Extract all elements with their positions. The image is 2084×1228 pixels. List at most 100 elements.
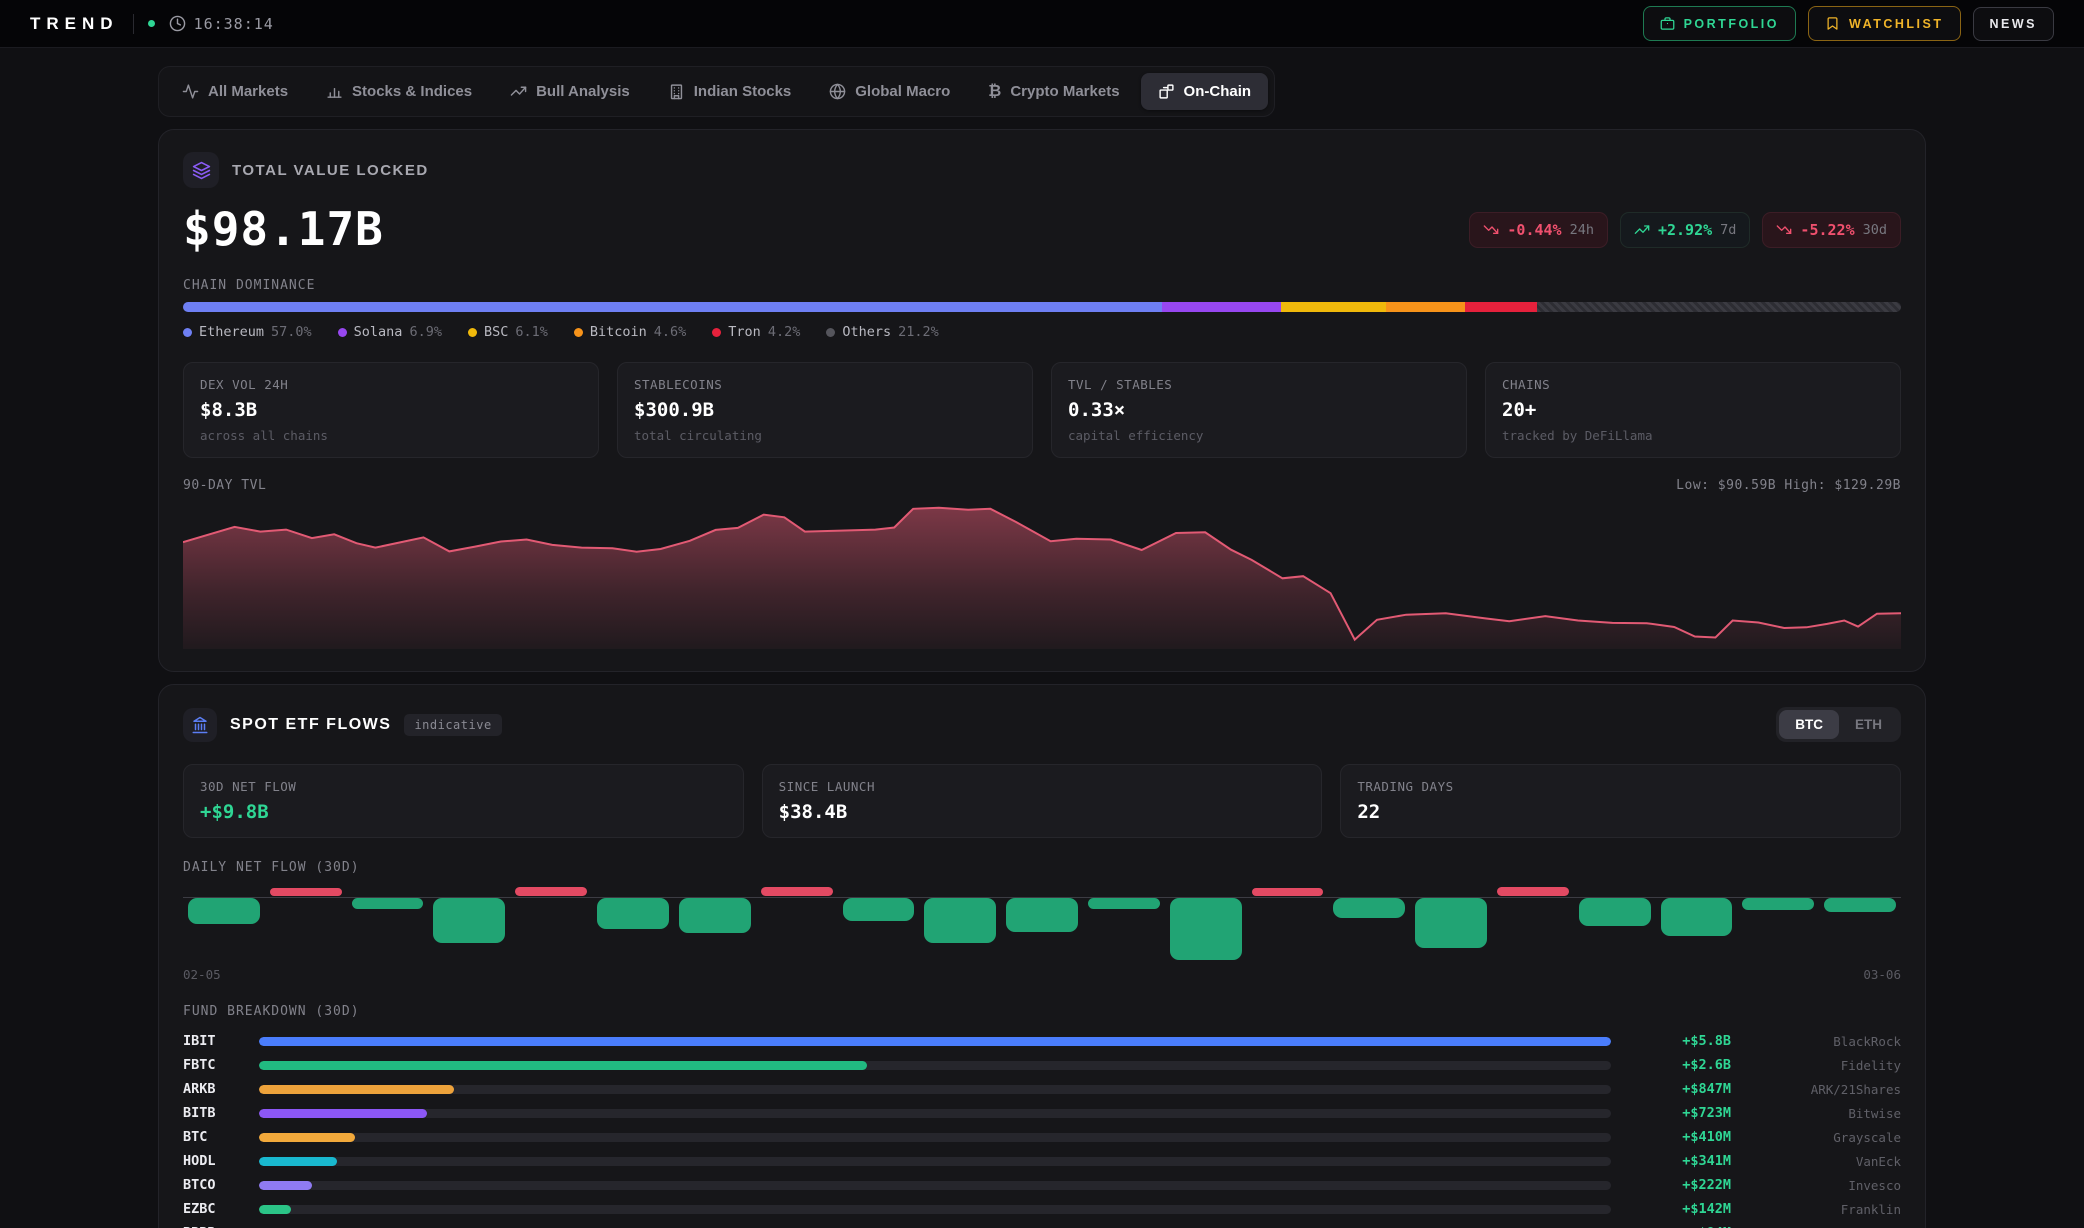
tab-on-chain[interactable]: On-Chain [1141,73,1269,110]
dominance-legend-others: Others21.2% [826,324,938,340]
flow-bar-slot [515,885,587,965]
stat-card-since-launch: SINCE LAUNCH$38.4B [762,764,1323,838]
fund-flow-value: +$723M [1631,1105,1731,1121]
flow-bar-slot [679,885,751,965]
flow-date-range: 02-05 03-06 [183,967,1901,982]
fund-issuer: Franklin [1751,1202,1901,1217]
etf-header-left: SPOT ETF FLOWS indicative [183,708,502,742]
fund-issuer: Bitwise [1751,1106,1901,1121]
stat-sub: total circulating [634,428,1016,443]
watchlist-button[interactable]: WATCHLIST [1808,6,1960,41]
fund-issuer: Invesco [1751,1178,1901,1193]
fund-row-btc: BTC+$410MGrayscale [183,1127,1901,1147]
tvl-chart-header: 90-DAY TVL Low: $90.59B High: $129.29B [183,478,1901,493]
chain-dominance-label: CHAIN DOMINANCE [183,278,1901,293]
outflow-bar [515,887,587,896]
inflow-bar [1415,898,1487,948]
live-indicator-dot [148,20,155,27]
fund-flow-value: +$847M [1631,1081,1731,1097]
fund-bar-track [259,1181,1611,1190]
chain-pct: 6.1% [515,324,548,340]
clock-time: 16:38:14 [194,15,274,33]
fund-ticker: ARKB [183,1081,239,1097]
page: TREND 16:38:14 PORTFOLIO WATCHLIST NEWS [0,0,2084,1228]
fund-bar-fill [259,1037,1611,1046]
stat-card-chains: CHAINS20+tracked by DeFiLlama [1485,362,1901,458]
stat-label: STABLECOINS [634,377,1016,392]
fund-row-hodl: HODL+$341MVanEck [183,1151,1901,1171]
news-button[interactable]: NEWS [1973,7,2055,41]
stat-value: 0.33× [1068,399,1450,421]
legend-dot [338,328,347,337]
stat-sub: across all chains [200,428,582,443]
stat-card-stablecoins: STABLECOINS $300.9B total circulating [617,362,1033,458]
inflow-bar [1088,898,1160,909]
legend-dot [183,328,192,337]
stat-label: TVL / STABLES [1068,377,1450,392]
stat-value: +$9.8B [200,801,727,823]
dominance-segment-tron [1465,302,1537,312]
change-badge-24h: -0.44%24h [1469,212,1608,248]
asset-toggle: BTCETH [1776,707,1901,742]
fund-bar-fill [259,1181,312,1190]
outflow-bar [1497,887,1569,896]
tab-all-markets[interactable]: All Markets [165,73,305,110]
landmark-icon [183,708,217,742]
toggle-btc[interactable]: BTC [1779,710,1839,739]
inflow-bar [924,898,996,943]
topbar-actions: PORTFOLIO WATCHLIST NEWS [1643,6,2054,41]
flow-bar-slot [1088,885,1160,965]
portfolio-button[interactable]: PORTFOLIO [1643,6,1796,41]
tab-crypto-markets[interactable]: ₿ Crypto Markets [971,73,1136,110]
fund-issuer: Grayscale [1751,1130,1901,1145]
brand-logo: TREND [30,14,119,34]
fund-row-bitb: BITB+$723MBitwise [183,1103,1901,1123]
fund-flow-value: +$410M [1631,1129,1731,1145]
tab-label: Global Macro [855,83,950,100]
etf-card: SPOT ETF FLOWS indicative BTCETH 30D NET… [158,684,1926,1228]
tab-stocks-indices[interactable]: Stocks & Indices [309,73,489,110]
toggle-eth[interactable]: ETH [1839,710,1898,739]
flow-bar-slot [270,885,342,965]
flow-end-date: 03-06 [1863,967,1901,982]
flow-bar-slot [1579,885,1651,965]
flow-bar-slot [761,885,833,965]
tab-label: All Markets [208,83,288,100]
fund-breakdown-list: IBIT+$5.8BBlackRock FBTC+$2.6BFidelity ARK… [183,1031,1901,1228]
fund-row-fbtc: FBTC+$2.6BFidelity [183,1055,1901,1075]
stat-label: SINCE LAUNCH [779,779,1306,794]
flow-bar-slot [843,885,915,965]
portfolio-label: PORTFOLIO [1684,17,1779,31]
change-value: -0.44% [1507,221,1561,239]
flow-bar-slot [597,885,669,965]
change-value: -5.22% [1800,221,1854,239]
fund-ticker: FBTC [183,1057,239,1073]
tvl-change-badges: -0.44%24h+2.92%7d-5.22%30d [1469,212,1901,248]
inflow-bar [843,898,915,921]
stat-value: $300.9B [634,399,1016,421]
inflow-bar [679,898,751,933]
stat-card-dex-vol-24h: DEX VOL 24H$8.3Bacross all chains [183,362,599,458]
change-period: 7d [1720,222,1736,238]
activity-icon [182,83,199,100]
tab-bull-analysis[interactable]: Bull Analysis [493,73,647,110]
fund-flow-value: +$222M [1631,1177,1731,1193]
legend-dot [574,328,583,337]
stat-sub: tracked by DeFiLlama [1502,428,1884,443]
tvl-value: $98.17B [183,202,384,256]
tvl-card-header: TOTAL VALUE LOCKED [183,152,1901,188]
fund-row-arkb: ARKB+$847MARK/21Shares [183,1079,1901,1099]
tab-global-macro[interactable]: Global Macro [812,73,967,110]
tab-indian-stocks[interactable]: Indian Stocks [651,73,809,110]
chain-pct: 4.6% [654,324,687,340]
flow-bar-slot [1661,885,1733,965]
inflow-bar [1742,898,1814,910]
tvl-area-fill [183,508,1901,649]
tab-label: Crypto Markets [1010,83,1119,100]
chain-pct: 21.2% [898,324,939,340]
fund-row-ibit: IBIT+$5.8BBlackRock [183,1031,1901,1051]
fund-flow-value: +$142M [1631,1201,1731,1217]
bookmark-icon [1825,16,1840,31]
chain-name: Tron [728,324,761,340]
bitcoin-icon: ₿ [988,84,1001,100]
